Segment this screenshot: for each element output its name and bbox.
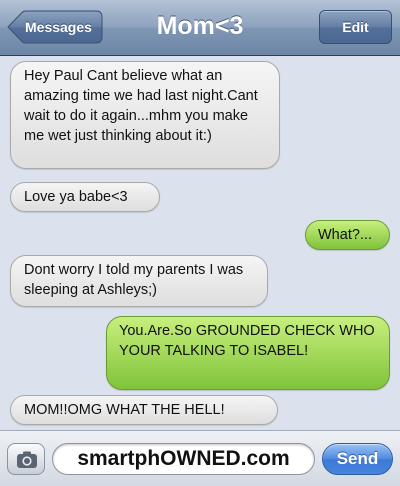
camera-button[interactable] (7, 443, 45, 475)
incoming-message-bubble[interactable]: Dont worry I told my parents I was sleep… (10, 255, 268, 307)
camera-icon (17, 451, 37, 468)
incoming-message-bubble[interactable]: Hey Paul Cant believe what an amazing ti… (10, 61, 280, 169)
send-button[interactable]: Send (322, 443, 393, 475)
outgoing-message-bubble[interactable]: What?... (305, 220, 390, 250)
message-input-bar: smartphOWNED.com Send (0, 430, 400, 486)
navigation-bar: Messages Mom<3 Edit (0, 0, 400, 56)
edit-button[interactable]: Edit (319, 10, 392, 44)
outgoing-message-bubble[interactable]: You.Are.So GROUNDED CHECK WHO YOUR TALKI… (106, 316, 390, 390)
incoming-message-bubble[interactable]: MOM!!OMG WHAT THE HELL! (10, 395, 278, 425)
message-input-field[interactable]: smartphOWNED.com (52, 443, 315, 475)
incoming-message-bubble[interactable]: Love ya babe<3 (10, 182, 160, 212)
message-thread[interactable]: Hey Paul Cant believe what an amazing ti… (0, 57, 400, 430)
